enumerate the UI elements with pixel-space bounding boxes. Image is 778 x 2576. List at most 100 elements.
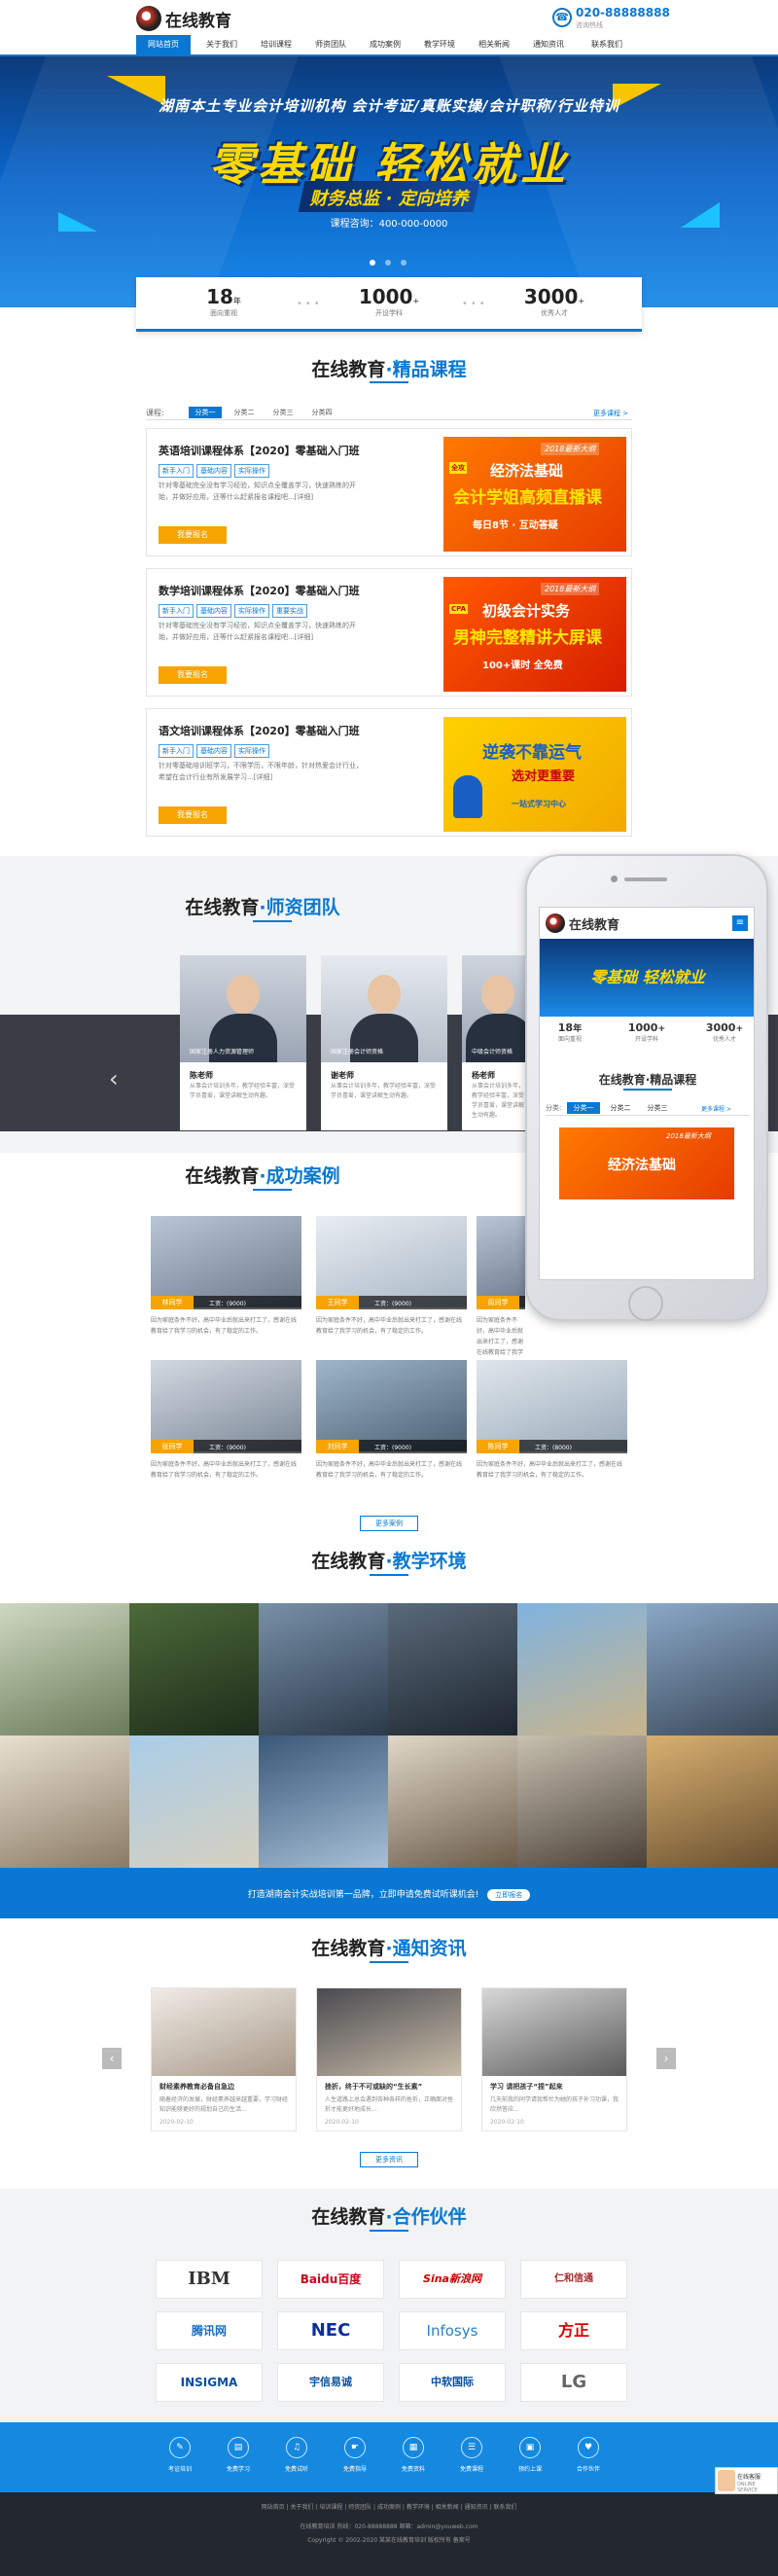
logo-text[interactable]: 在线教育 bbox=[165, 7, 231, 31]
case-card[interactable]: 陈同学 工资：(8000) 因为家庭条件不好，高中毕业后就出来打工了，感谢在线教… bbox=[477, 1360, 627, 1506]
news-card[interactable]: 财经素养教育必备自急边 随着经济的发展，财经素养越来越重要，学习财经知识能够更好… bbox=[151, 1987, 297, 2131]
more-courses-link[interactable]: 更多课程 > bbox=[593, 409, 628, 418]
partner-logo-sina[interactable]: Sina新浪网 bbox=[399, 2260, 506, 2299]
partner-logo-founder[interactable]: 方正 bbox=[520, 2311, 627, 2350]
enroll-button[interactable]: 我要报名 bbox=[159, 666, 227, 684]
news-card[interactable]: 挫折，终于不可或缺的“生长素” 人生道路上总会遇到各种各样的挫折，正确面对挫折才… bbox=[316, 1987, 462, 2131]
footer-service-item[interactable]: ☰ 免费课程 bbox=[442, 2437, 501, 2473]
partner-logo-baidu[interactable]: Baidu百度 bbox=[277, 2260, 384, 2299]
case-card[interactable]: 周同学 因为家庭条件不好，高中毕业后就出来打工了，感谢在线教育给了我学习的机会，… bbox=[477, 1216, 525, 1362]
environment-photo[interactable] bbox=[517, 1735, 647, 1868]
news-title[interactable]: 挫折，终于不可或缺的“生长素” bbox=[325, 2082, 422, 2092]
news-image bbox=[482, 1988, 626, 2076]
online-service-widget[interactable]: 在线客服 ONLINE SERVICE bbox=[715, 2467, 778, 2494]
mobile-more-link[interactable]: 更多课程 > bbox=[701, 1104, 731, 1113]
image-line-1: 经济法基础 bbox=[490, 462, 564, 480]
footer-links[interactable]: 网站首页 | 关于我们 | 培训课程 | 师资团队 | 成功案例 | 教学环境 … bbox=[0, 2502, 778, 2511]
news-next-arrow-icon[interactable]: › bbox=[656, 2048, 676, 2069]
logo-icon[interactable] bbox=[136, 6, 161, 31]
partner-logo-insigma[interactable]: INSIGMA bbox=[156, 2363, 263, 2402]
course-title[interactable]: 数学培训课程体系【2020】零基础入门班 bbox=[159, 583, 360, 598]
case-card[interactable]: 王同学 工资：(9000) 因为家庭条件不好，高中毕业后就出来打工了，感谢在线教… bbox=[316, 1216, 467, 1362]
case-name: 刘同学 bbox=[316, 1440, 359, 1453]
mobile-tab[interactable]: 分类三 bbox=[641, 1102, 674, 1114]
footer-service-item[interactable]: ✎ 考证培训 bbox=[151, 2437, 209, 2473]
mobile-tab[interactable]: 分类二 bbox=[604, 1102, 637, 1114]
environment-photo[interactable] bbox=[259, 1735, 388, 1868]
environment-photo[interactable] bbox=[0, 1603, 129, 1735]
nav-item-teachers[interactable]: 师资团队 bbox=[303, 35, 358, 54]
home-button-icon[interactable] bbox=[628, 1286, 663, 1321]
news-card[interactable]: 学习 请把孩子“捏”起来 几天前我的同学请我帮忙为她的孩子补习功课，我欣然答应.… bbox=[481, 1987, 627, 2131]
course-title[interactable]: 英语培训课程体系【2020】零基础入门班 bbox=[159, 443, 360, 458]
nav-item-contact[interactable]: 联系我们 bbox=[580, 35, 634, 54]
tab-category-1[interactable]: 分类一 bbox=[189, 407, 222, 418]
environment-photo[interactable] bbox=[388, 1603, 517, 1735]
environment-photo[interactable] bbox=[259, 1603, 388, 1735]
partner-logo-qq[interactable]: 腾讯网 bbox=[156, 2311, 263, 2350]
partner-logo-renhe[interactable]: 仁和信通 bbox=[520, 2260, 627, 2299]
nav-item-news[interactable]: 相关新闻 bbox=[467, 35, 521, 54]
footer-service-item[interactable]: ▦ 免费资料 bbox=[384, 2437, 442, 2473]
teacher-card[interactable]: 中级会计师资格 杨老师 从事会计培训多年，教学经验丰富，深受学员喜爱，课堂讲解生… bbox=[462, 955, 530, 1130]
course-image[interactable]: 2018最新大纲 全攻 经济法基础 会计学姐高频直播课 每日8节 · 互动答疑 bbox=[443, 437, 626, 552]
news-title[interactable]: 学习 请把孩子“捏”起来 bbox=[490, 2082, 563, 2092]
course-title[interactable]: 语文培训课程体系【2020】零基础入门班 bbox=[159, 723, 360, 738]
mobile-course-image[interactable]: 2018最新大纲 经济法基础 bbox=[559, 1127, 734, 1199]
partner-logo-chinasoft[interactable]: 中软国际 bbox=[399, 2363, 506, 2402]
environment-photo[interactable] bbox=[388, 1735, 517, 1868]
teacher-card[interactable]: 国家注册人力资源管理师 陈老师 从事会计培训多年，教学经验丰富，深受学员喜爱，课… bbox=[180, 955, 306, 1130]
environment-photo[interactable] bbox=[647, 1735, 778, 1868]
news-date: 2020-02-10 bbox=[490, 2119, 524, 2126]
mobile-tabs: 分类: 分类一 分类二 分类三 更多课程 > bbox=[546, 1102, 750, 1116]
partner-logo-lg[interactable]: LG bbox=[520, 2363, 627, 2402]
environment-photo[interactable] bbox=[129, 1735, 259, 1868]
banner-headline: 湖南本土专业会计培训机构 会计考证/真账实操/会计职称/行业特训 bbox=[159, 97, 619, 115]
nav-item-notices[interactable]: 通知资讯 bbox=[521, 35, 576, 54]
mobile-menu-icon[interactable]: ≡ bbox=[732, 915, 748, 931]
case-salary: 工资：(8000) bbox=[535, 1445, 572, 1451]
course-image[interactable]: 逆袭不靠运气 选对更重要 一站式学习中心 bbox=[443, 717, 626, 832]
environment-photo[interactable] bbox=[647, 1603, 778, 1735]
course-image[interactable]: 2018最新大纲 CPA 初级会计实务 男神完整精讲大屏课 100+课时 全免费 bbox=[443, 577, 626, 692]
case-name: 王同学 bbox=[316, 1296, 359, 1309]
footer-service-item[interactable]: ♫ 免费试听 bbox=[267, 2437, 326, 2473]
nav-item-about[interactable]: 关于我们 bbox=[194, 35, 249, 54]
more-cases-button[interactable]: 更多案例 bbox=[360, 1516, 418, 1531]
environment-photo[interactable] bbox=[0, 1735, 129, 1868]
partner-logo-infosys[interactable]: Infosys bbox=[399, 2311, 506, 2350]
tab-category-4[interactable]: 分类四 bbox=[305, 407, 338, 418]
teacher-card[interactable]: 国家注册会计师资格 谢老师 从事会计培训多年，教学经验丰富，深受学员喜爱，课堂讲… bbox=[321, 955, 447, 1130]
footer-service-item[interactable]: ♥ 合作伙伴 bbox=[559, 2437, 618, 2473]
case-card[interactable]: 张同学 工资：(9000) 因为家庭条件不好，高中毕业后就出来打工了，感谢在线教… bbox=[151, 1360, 301, 1506]
prev-arrow-icon[interactable]: ‹ bbox=[109, 1065, 119, 1092]
footer-service-item[interactable]: ☛ 免费指导 bbox=[326, 2437, 384, 2473]
tab-category-3[interactable]: 分类三 bbox=[266, 407, 300, 418]
carousel-dot[interactable] bbox=[401, 260, 407, 266]
news-title[interactable]: 财经素养教育必备自急边 bbox=[159, 2082, 234, 2092]
partner-logo-ibm[interactable]: IBM bbox=[156, 2260, 263, 2299]
mobile-tab[interactable]: 分类一 bbox=[567, 1102, 600, 1114]
case-card[interactable]: 林同学 工资：(9000) 因为家庭条件不好，高中毕业后就出来打工了，感谢在线教… bbox=[151, 1216, 301, 1362]
news-prev-arrow-icon[interactable]: ‹ bbox=[102, 2048, 122, 2069]
nav-item-home[interactable]: 网站首页 bbox=[136, 35, 191, 54]
partner-logo-yuxin[interactable]: 宇信易诚 bbox=[277, 2363, 384, 2402]
more-news-button[interactable]: 更多资讯 bbox=[360, 2152, 418, 2167]
carousel-dot[interactable] bbox=[385, 260, 391, 266]
partner-logo-nec[interactable]: NEC bbox=[277, 2311, 384, 2350]
carousel-dot[interactable] bbox=[370, 260, 375, 266]
nav-item-environment[interactable]: 教学环境 bbox=[412, 35, 467, 54]
footer-service-item[interactable]: ▣ 预约上课 bbox=[501, 2437, 559, 2473]
enroll-button[interactable]: 我要报名 bbox=[159, 526, 227, 544]
footer-service-item[interactable]: ▤ 免费学习 bbox=[209, 2437, 267, 2473]
tab-category-2[interactable]: 分类二 bbox=[228, 407, 261, 418]
environment-photo[interactable] bbox=[517, 1603, 647, 1735]
course-tag: 实际操作 bbox=[234, 464, 269, 478]
nav-item-courses[interactable]: 培训课程 bbox=[249, 35, 303, 54]
case-card[interactable]: 刘同学 工资：(9000) 因为家庭条件不好，高中毕业后就出来打工了，感谢在线教… bbox=[316, 1360, 467, 1506]
enroll-button[interactable]: 我要报名 bbox=[159, 806, 227, 824]
cta-button[interactable]: 立即报名 bbox=[487, 1889, 531, 1901]
nav-item-cases[interactable]: 成功案例 bbox=[358, 35, 412, 54]
environment-photo[interactable] bbox=[129, 1603, 259, 1735]
stats-bar: 18年 面向重视 ••• 1000+ 开设学科 ••• 3000+ 优秀人才 bbox=[136, 277, 642, 332]
